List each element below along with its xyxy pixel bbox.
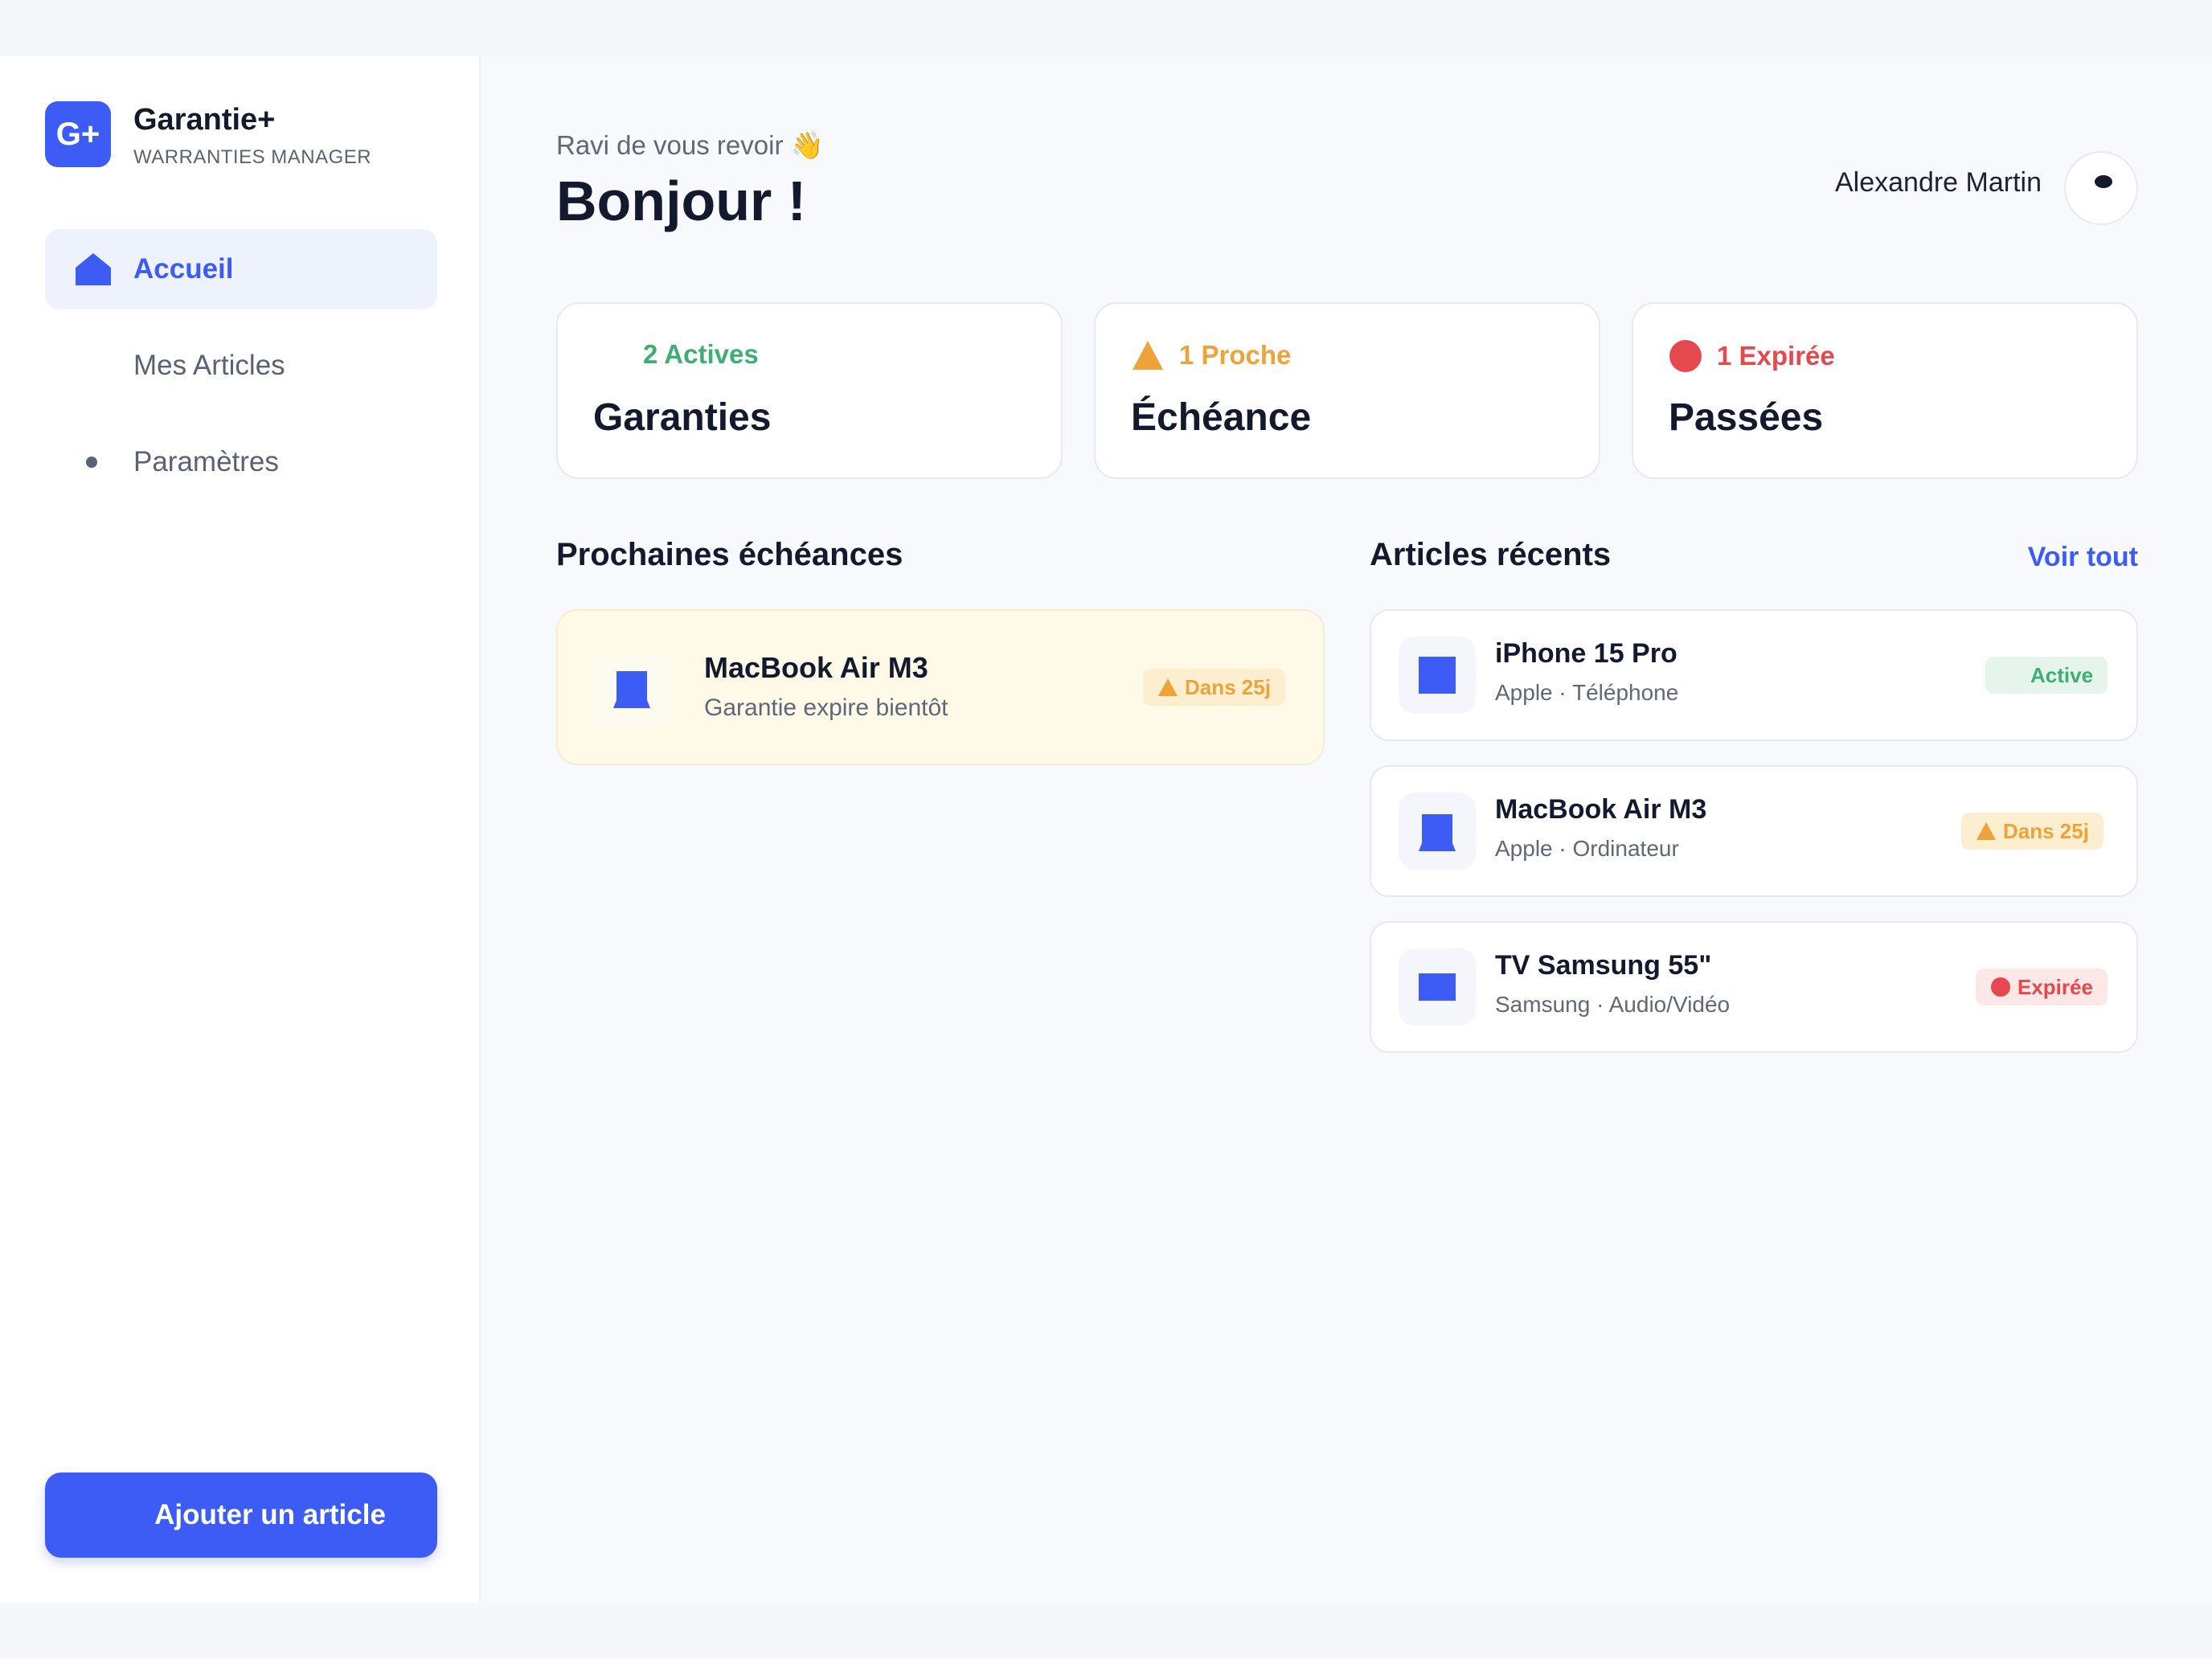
home-icon <box>76 253 111 285</box>
stat-top: 1 Proche <box>1131 339 1291 371</box>
stat-main-label: Passées <box>1669 396 1824 439</box>
page-title: Bonjour ! <box>556 170 807 232</box>
error-dot-icon <box>1991 977 2010 997</box>
sidebar-item-accueil[interactable]: Accueil <box>45 229 437 309</box>
tv-icon <box>1419 973 1456 1001</box>
laptop-icon <box>1419 814 1456 851</box>
logo-text: G+ <box>55 116 100 152</box>
sidebar-item-parametres[interactable]: Paramètres <box>45 422 437 502</box>
stat-card-due: 1 Proche Échéance <box>1094 302 1600 479</box>
phone-icon <box>1419 657 1456 694</box>
item-subtitle: Garantie expire bientôt <box>704 694 948 721</box>
status-badge: Expirée <box>1976 969 2108 1006</box>
sidebar-item-label: Paramètres <box>133 446 279 477</box>
recent-item[interactable]: iPhone 15 Pro Apple · Téléphone Active <box>1370 609 2138 741</box>
brand-name: Garantie+ <box>133 103 276 137</box>
sidebar-item-label: Accueil <box>133 253 234 285</box>
greeting-subtitle: Ravi de vous revoir 👋 <box>556 130 824 160</box>
stat-top-label: 1 Proche <box>1179 340 1292 370</box>
stat-top-label: 2 Actives <box>643 339 759 369</box>
avatar-dot-icon <box>2095 175 2112 188</box>
recent-section-title: Articles récents <box>1370 537 1612 572</box>
upcoming-item[interactable]: MacBook Air M3 Garantie expire bientôt D… <box>556 609 1325 765</box>
badge-label: Dans 25j <box>1185 674 1271 699</box>
badge-label: Active <box>2030 662 2094 687</box>
recent-item[interactable]: MacBook Air M3 Apple · Ordinateur Dans 2… <box>1370 765 2138 897</box>
brand-subtitle: WARRANTIES MANAGER <box>133 146 372 168</box>
stat-top: 2 Actives <box>643 339 759 370</box>
recent-item[interactable]: TV Samsung 55" Samsung · Audio/Vidéo Exp… <box>1370 921 2138 1053</box>
status-badge: Dans 25j <box>1961 813 2103 850</box>
item-subtitle: Apple · Téléphone <box>1495 680 1679 705</box>
user-name: Alexandre Martin <box>1834 167 2042 198</box>
warning-icon <box>1133 341 1163 370</box>
status-badge: Active <box>1985 657 2108 694</box>
item-subtitle: Apple · Ordinateur <box>1495 836 1679 861</box>
sidebar-item-label: Mes Articles <box>133 350 285 381</box>
badge-label: Expirée <box>2017 974 2093 999</box>
badge-label: Dans 25j <box>2003 818 2089 843</box>
sidebar-item-mes-articles[interactable]: Mes Articles <box>45 326 437 406</box>
stat-card-expired: 1 Expirée Passées <box>1632 302 2138 479</box>
bullet-icon <box>86 457 97 468</box>
laptop-icon <box>613 671 650 708</box>
item-icon-box <box>1399 637 1476 714</box>
warning-icon <box>1976 822 1996 840</box>
stat-top: 1 Expirée <box>1669 339 1835 373</box>
item-title: iPhone 15 Pro <box>1495 638 1677 669</box>
item-icon-box <box>1399 948 1476 1026</box>
item-icon-box <box>593 649 670 727</box>
stat-main-label: Garanties <box>593 396 772 439</box>
status-badge: Dans 25j <box>1143 669 1285 706</box>
stat-main-label: Échéance <box>1131 396 1312 439</box>
sidebar: G+ Garantie+ WARRANTIES MANAGER Accueil … <box>0 56 481 1603</box>
warning-icon <box>1158 678 1178 696</box>
item-title: TV Samsung 55" <box>1495 950 1712 981</box>
item-title: MacBook Air M3 <box>1495 794 1707 825</box>
stat-top-label: 1 Expirée <box>1717 341 1835 371</box>
item-title: MacBook Air M3 <box>704 651 928 684</box>
item-subtitle: Samsung · Audio/Vidéo <box>1495 992 1731 1017</box>
upcoming-section-title: Prochaines échéances <box>556 537 903 572</box>
add-article-button[interactable]: Ajouter un article <box>45 1473 437 1558</box>
see-all-link[interactable]: Voir tout <box>2009 542 2138 573</box>
item-icon-box <box>1399 793 1476 870</box>
logo: G+ <box>45 101 111 167</box>
app-window: G+ Garantie+ WARRANTIES MANAGER Accueil … <box>0 56 2212 1603</box>
avatar[interactable] <box>2064 151 2138 225</box>
error-dot-icon <box>1669 340 1702 372</box>
stat-card-active: 2 Actives Garanties <box>556 302 1063 479</box>
